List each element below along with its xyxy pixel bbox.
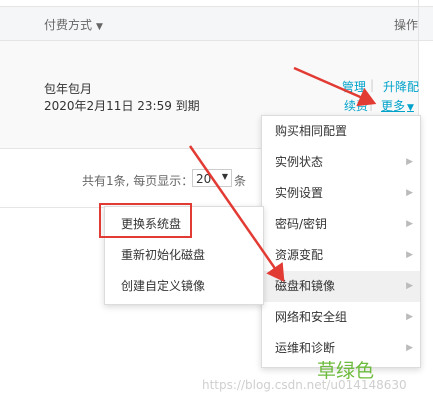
chevron-down-icon: ▼ xyxy=(96,22,103,32)
more-dropdown-button[interactable]: 更多 ▼ xyxy=(381,97,414,114)
menu-item-label: 密码/密钥 xyxy=(275,217,328,231)
renew-link[interactable]: 续费 xyxy=(344,97,368,114)
pagination-summary: 共有1条, 每页显示： xyxy=(82,174,194,188)
billing-type: 包年包月 xyxy=(44,82,93,96)
menu-item-label: 实例状态 xyxy=(275,155,324,169)
manage-link[interactable]: 管理 xyxy=(342,78,366,95)
menu-item-disk-and-image[interactable]: 磁盘和镜像 ▶ xyxy=(262,271,420,302)
submenu-item-reinit-disk[interactable]: 重新初始化磁盘 xyxy=(105,240,263,271)
menu-item-network-security[interactable]: 网络和安全组 ▶ xyxy=(262,302,420,333)
chevron-down-icon: ▼ xyxy=(407,103,414,113)
menu-item-instance-status[interactable]: 实例状态 ▶ xyxy=(262,147,420,178)
chevron-right-icon: ▶ xyxy=(406,188,413,198)
menu-item-label: 实例设置 xyxy=(275,186,324,200)
menu-item-password-key[interactable]: 密码/密钥 ▶ xyxy=(262,209,420,240)
action-separator: | xyxy=(370,78,375,92)
watermark-text: https://blog.csdn.net/u014148630 xyxy=(202,378,407,392)
payment-column-label: 付费方式 xyxy=(44,18,93,32)
color-label-stamp: 草绿色 xyxy=(317,360,375,382)
menu-item-label: 运维和诊断 xyxy=(275,341,336,355)
actions-column-header: 操作 xyxy=(394,18,419,32)
chevron-down-icon: ▼ xyxy=(221,172,228,181)
menu-item-label: 购买相同配置 xyxy=(275,124,348,138)
menu-item-resource-change[interactable]: 资源变配 ▶ xyxy=(262,240,420,271)
chevron-right-icon: ▶ xyxy=(406,219,413,229)
chevron-right-icon: ▶ xyxy=(406,343,413,353)
annotation-highlight-box xyxy=(99,203,192,238)
menu-item-buy-same-config[interactable]: 购买相同配置 xyxy=(262,116,420,147)
menu-item-label: 磁盘和镜像 xyxy=(275,279,336,293)
menu-item-label: 网络和安全组 xyxy=(275,310,348,324)
chevron-right-icon: ▶ xyxy=(406,157,413,167)
top-divider xyxy=(0,0,433,7)
payment-column-header[interactable]: 付费方式 ▼ xyxy=(44,16,103,33)
upgrade-link[interactable]: 升降配 xyxy=(383,78,419,95)
page-size-select[interactable]: 20 ▼ xyxy=(192,169,232,187)
menu-item-label: 资源变配 xyxy=(275,248,324,262)
chevron-right-icon: ▶ xyxy=(406,281,413,291)
page-size-value: 20 xyxy=(196,172,212,186)
more-label: 更多 xyxy=(381,99,406,113)
menu-item-instance-settings[interactable]: 实例设置 ▶ xyxy=(262,178,420,209)
submenu-item-create-custom-image[interactable]: 创建自定义镜像 xyxy=(105,271,263,302)
submenu-item-label: 创建自定义镜像 xyxy=(121,279,206,293)
action-separator: | xyxy=(369,97,374,111)
chevron-right-icon: ▶ xyxy=(406,312,413,322)
page-size-unit: 条 xyxy=(234,174,247,188)
more-menu: 购买相同配置 实例状态 ▶ 实例设置 ▶ 密码/密钥 ▶ 资源变配 ▶ 磁盘和镜像 ▶ 网… xyxy=(261,115,421,368)
expiry-date: 2020年2月11日 23:59 到期 xyxy=(44,99,200,113)
submenu-item-label: 重新初始化磁盘 xyxy=(121,248,206,262)
chevron-right-icon: ▶ xyxy=(406,250,413,260)
